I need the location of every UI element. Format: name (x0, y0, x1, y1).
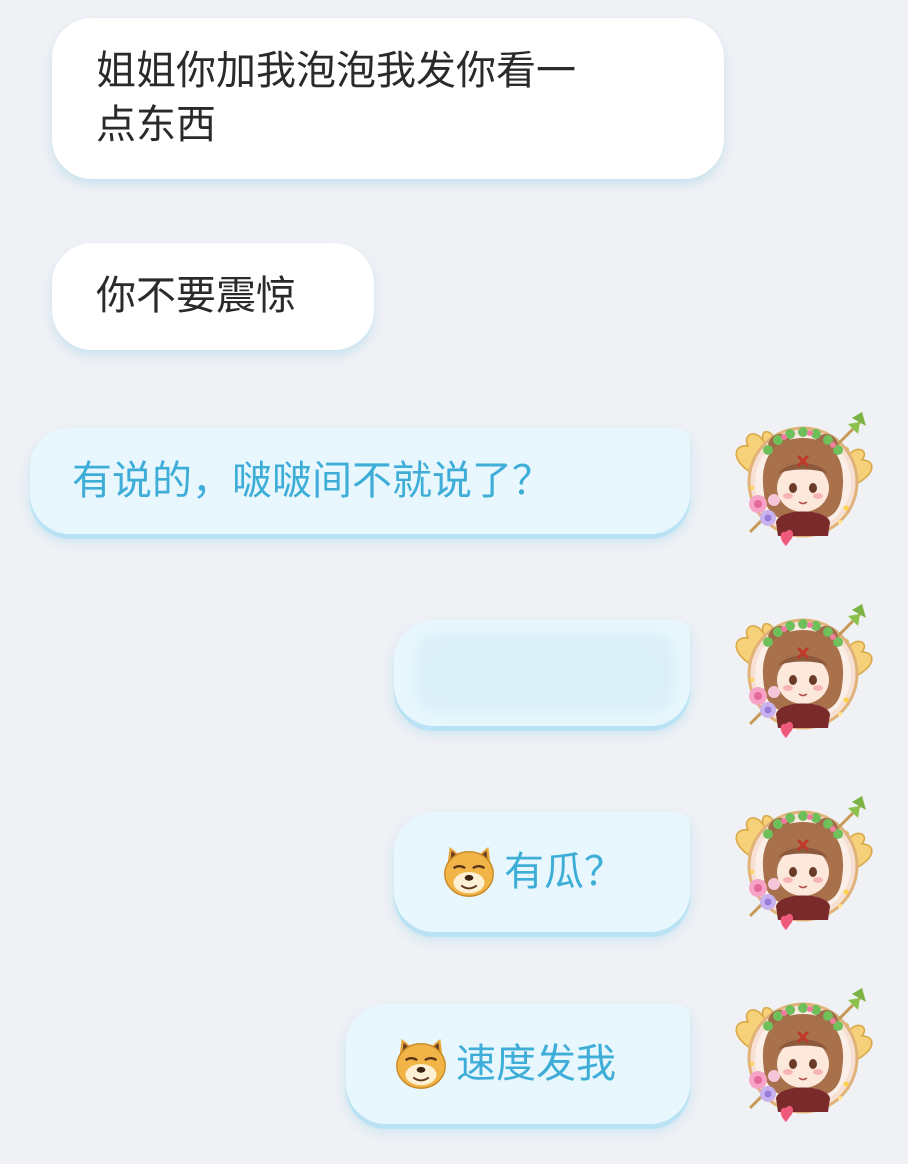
outgoing-message-bubble[interactable]: 速度发我 (346, 1004, 690, 1124)
message-text: 有说的，啵啵间不就说了？ (72, 458, 552, 504)
message-text: 有瓜？ (504, 849, 624, 895)
redacted-content-blur (416, 634, 674, 712)
message-text: 速度发我 (456, 1041, 616, 1087)
incoming-message-bubble[interactable]: 你不要震惊 (52, 243, 374, 350)
incoming-message-bubble[interactable]: 姐姐你加我泡泡我发你看一 点东西 (52, 18, 724, 179)
anime-girl-avatar-icon[interactable] (728, 404, 878, 554)
doge-emoji-icon (440, 843, 498, 901)
outgoing-message-bubble-redacted[interactable] (394, 620, 690, 726)
message-text: 你不要震惊 (96, 273, 296, 319)
anime-girl-avatar-icon[interactable] (728, 596, 878, 746)
anime-girl-avatar-icon[interactable] (728, 980, 878, 1130)
outgoing-message-bubble[interactable]: 有瓜？ (394, 812, 690, 932)
message-text: 姐姐你加我泡泡我发你看一 点东西 (96, 48, 576, 148)
outgoing-message-bubble[interactable]: 有说的，啵啵间不就说了？ (30, 428, 690, 534)
doge-emoji-icon (392, 1035, 450, 1093)
anime-girl-avatar-icon[interactable] (728, 788, 878, 938)
